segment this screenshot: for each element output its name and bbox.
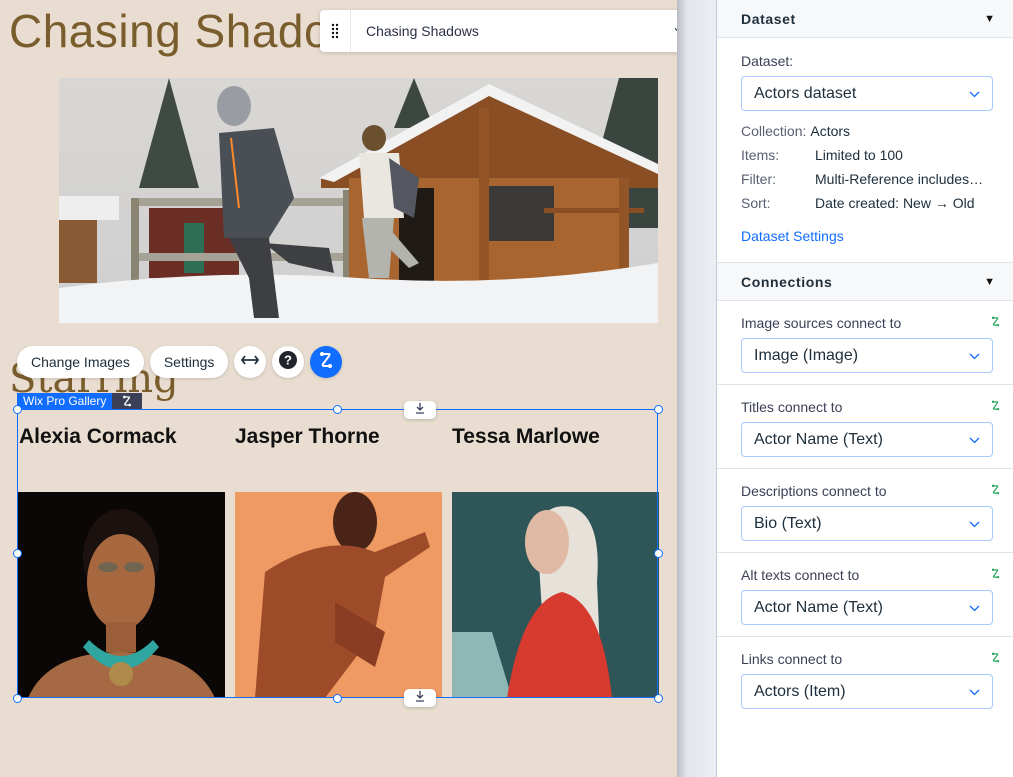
connections-section-header[interactable]: Connections ▼ <box>717 263 1013 301</box>
gallery-item-title[interactable]: Jasper Thorne <box>235 425 380 449</box>
dataset-info-row: Filter: Multi-Reference includes… <box>741 171 993 189</box>
connection-label: Image sources connect to <box>741 315 902 331</box>
connection-dropdown[interactable]: Actor Name (Text) <box>741 422 993 457</box>
gallery-item-photo[interactable] <box>452 492 659 698</box>
connection-field: Links connect to Actors (Item) <box>717 637 1013 720</box>
connection-field: Descriptions connect to Bio (Text) <box>717 469 1013 553</box>
dataset-dropdown[interactable]: Actors dataset <box>741 76 993 111</box>
connected-status-icon <box>990 482 1001 500</box>
resize-handle-bottom-left[interactable] <box>13 694 22 703</box>
download-arrow-icon <box>415 401 425 419</box>
hero-image[interactable] <box>59 78 658 323</box>
info-key: Items: <box>741 147 780 163</box>
dataset-info-row: Sort: Date created: New → Old <box>741 195 993 213</box>
info-key: Filter: <box>741 171 776 187</box>
connections-list: Image sources connect to Image (Image) T… <box>717 301 1013 720</box>
stretch-button[interactable] <box>234 346 267 378</box>
connection-field: Image sources connect to Image (Image) <box>717 301 1013 385</box>
dataset-info-row: Items: Limited to 100 <box>741 147 993 165</box>
gallery-tag-label: Wix Pro Gallery <box>17 393 113 409</box>
connected-status-icon <box>990 650 1001 668</box>
resize-handle-left[interactable] <box>13 549 22 558</box>
connect-data-icon <box>318 351 334 374</box>
dataset-dropdown-value: Actors dataset <box>754 84 857 102</box>
svg-text:?: ? <box>284 352 292 367</box>
gallery-element-tag[interactable]: Wix Pro Gallery <box>17 393 143 409</box>
connection-dropdown-value: Image (Image) <box>754 346 859 364</box>
connections-section-title: Connections <box>741 273 833 290</box>
connection-label: Links connect to <box>741 651 843 667</box>
chevron-down-icon <box>969 515 980 533</box>
gallery-item-title[interactable]: Tessa Marlowe <box>452 425 600 449</box>
page-selector[interactable]: Chasing Shadows <box>320 10 677 52</box>
question-icon: ? <box>279 350 298 374</box>
dataset-section-header[interactable]: Dataset ▼ <box>717 0 1013 38</box>
connection-field: Titles connect to Actor Name (Text) <box>717 385 1013 469</box>
connection-dropdown[interactable]: Image (Image) <box>741 338 993 373</box>
element-toolbar: Change Images Settings ? <box>17 346 343 378</box>
connection-dropdown[interactable]: Actors (Item) <box>741 674 993 709</box>
stretch-arrows-icon <box>241 353 260 371</box>
resize-handle-top-left[interactable] <box>13 405 22 414</box>
resize-handle-bottom[interactable] <box>333 694 342 703</box>
chevron-down-icon <box>969 683 980 701</box>
settings-button[interactable]: Settings <box>149 346 229 378</box>
dataset-info-row: Collection: Actors <box>741 123 993 141</box>
info-key: Collection: <box>741 123 807 139</box>
info-value: Date created: New → Old <box>815 195 975 211</box>
help-button[interactable]: ? <box>272 346 305 378</box>
gallery-item-title[interactable]: Alexia Cormack <box>19 425 177 449</box>
info-value: Actors <box>810 123 851 139</box>
connection-dropdown-value: Actor Name (Text) <box>754 430 883 448</box>
connect-to-data-button[interactable] <box>310 346 343 378</box>
info-value: Multi-Reference includes… <box>815 171 984 187</box>
gallery-item-photo[interactable] <box>18 492 225 698</box>
connected-status-icon <box>990 398 1001 416</box>
resize-handle-bottom-right[interactable] <box>654 694 663 703</box>
download-arrow-icon <box>415 689 425 707</box>
dataset-section-body: Dataset: Actors dataset Collection: Acto… <box>717 38 1013 262</box>
editor-canvas: Chasing Shadows Chasing Shadows Starring… <box>0 0 677 777</box>
drag-handle-icon[interactable] <box>320 10 351 52</box>
dataset-field-label: Dataset: <box>741 53 794 69</box>
info-value: Limited to 100 <box>815 147 903 163</box>
resize-handle-top-right[interactable] <box>654 405 663 414</box>
connection-field: Alt texts connect to Actor Name (Text) <box>717 553 1013 637</box>
connection-label: Descriptions connect to <box>741 483 887 499</box>
canvas-edge <box>677 0 716 777</box>
resize-handle-right[interactable] <box>654 549 663 558</box>
gallery-item-photo[interactable] <box>235 492 442 698</box>
connection-dropdown-value: Bio (Text) <box>754 514 822 532</box>
change-images-button[interactable]: Change Images <box>17 346 144 378</box>
chevron-down-icon <box>969 85 980 103</box>
chevron-down-icon[interactable] <box>660 27 677 35</box>
stretch-bottom-button[interactable] <box>404 689 436 707</box>
caret-down-icon[interactable]: ▼ <box>984 13 995 25</box>
dataset-settings-link[interactable]: Dataset Settings <box>741 228 844 244</box>
chevron-down-icon <box>969 599 980 617</box>
connection-label: Titles connect to <box>741 399 843 415</box>
connected-data-icon <box>112 393 143 409</box>
connection-label: Alt texts connect to <box>741 567 860 583</box>
chevron-down-icon <box>969 431 980 449</box>
connection-dropdown-value: Actor Name (Text) <box>754 598 883 616</box>
properties-panel: Dataset ▼ Dataset: Actors dataset Collec… <box>716 0 1013 777</box>
dataset-section-title: Dataset <box>741 10 796 27</box>
connection-dropdown[interactable]: Bio (Text) <box>741 506 993 541</box>
connection-dropdown[interactable]: Actor Name (Text) <box>741 590 993 625</box>
stretch-top-button[interactable] <box>404 401 436 419</box>
caret-down-icon[interactable]: ▼ <box>984 276 995 288</box>
connected-status-icon <box>990 566 1001 584</box>
connected-status-icon <box>990 314 1001 332</box>
chevron-down-icon <box>969 347 980 365</box>
info-key: Sort: <box>741 195 771 211</box>
connection-dropdown-value: Actors (Item) <box>754 682 846 700</box>
resize-handle-top[interactable] <box>333 405 342 414</box>
page-selector-label: Chasing Shadows <box>366 23 479 39</box>
